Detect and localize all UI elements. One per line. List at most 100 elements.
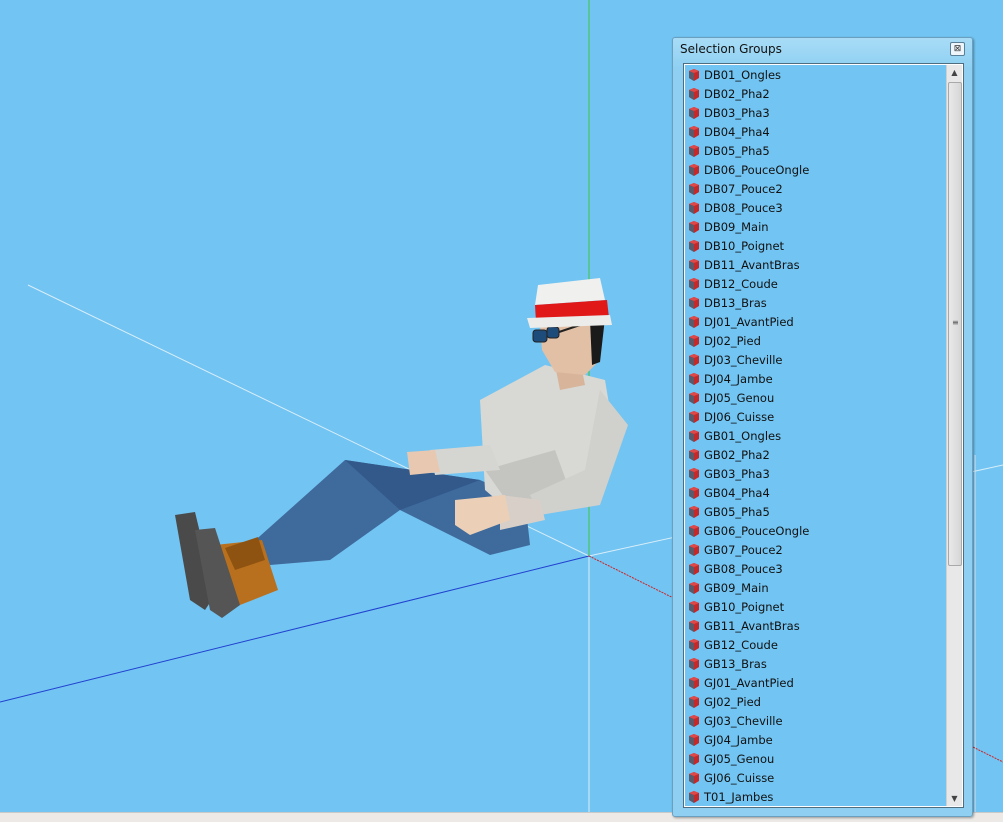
list-item[interactable]: DB04_Pha4 [688,123,770,141]
list-item-label: GJ01_AvantPied [704,676,794,690]
list-item-label: GB12_Coude [704,638,778,652]
list-item-label: DB04_Pha4 [704,125,770,139]
list-item-label: DJ06_Cuisse [704,410,775,424]
list-item[interactable]: DB01_Ongles [688,66,781,84]
group-cube-icon [689,677,699,689]
list-item[interactable]: DB06_PouceOngle [688,161,809,179]
list-item-label: GJ06_Cuisse [704,771,775,785]
close-button[interactable]: ⊠ [950,42,965,56]
list-item[interactable]: GJ02_Pied [688,693,761,711]
list-item[interactable]: GB10_Poignet [688,598,784,616]
group-cube-icon [689,69,699,81]
group-cube-icon [689,506,699,518]
list-item[interactable]: DJ04_Jambe [688,370,773,388]
list-item[interactable]: DB10_Poignet [688,237,784,255]
group-cube-icon [689,126,699,138]
list-item-label: DB01_Ongles [704,68,782,82]
list-item-label: GJ04_Jambe [704,733,773,747]
list-item[interactable]: GB07_Pouce2 [688,541,783,559]
list-item[interactable]: GB13_Bras [688,655,767,673]
list-item[interactable]: GJ03_Cheville [688,712,783,730]
group-cube-icon [689,544,699,556]
list-item-label: DJ04_Jambe [704,372,773,386]
scroll-down-button[interactable]: ▼ [947,791,962,806]
scroll-up-button[interactable]: ▲ [947,65,962,80]
group-cube-icon [689,620,699,632]
group-cube-icon [689,639,699,651]
group-cube-icon [689,107,699,119]
group-cube-icon [689,145,699,157]
group-cube-icon [689,563,699,575]
list-item[interactable]: DJ06_Cuisse [688,408,774,426]
list-item[interactable]: GB01_Ongles [688,427,781,445]
group-cube-icon [689,791,699,803]
list-item-label: GB02_Pha2 [704,448,770,462]
list-item[interactable]: GB04_Pha4 [688,484,770,502]
list-item-label: DJ05_Genou [704,391,775,405]
list-item-label: GJ02_Pied [704,695,761,709]
list-item[interactable]: DJ01_AvantPied [688,313,794,331]
grip-icon: ≡ [952,318,959,327]
list-item[interactable]: DB11_AvantBras [688,256,800,274]
list-item[interactable]: DB03_Pha3 [688,104,770,122]
group-cube-icon [689,449,699,461]
list-item[interactable]: DB09_Main [688,218,769,236]
list-item[interactable]: GB02_Pha2 [688,446,770,464]
list-item[interactable]: GJ06_Cuisse [688,769,774,787]
list-item[interactable]: GB03_Pha3 [688,465,770,483]
list-item[interactable]: DB05_Pha5 [688,142,770,160]
list-item[interactable]: DB02_Pha2 [688,85,770,103]
list-item[interactable]: GJ05_Genou [688,750,774,768]
list-item-label: GB05_Pha5 [704,505,770,519]
list-item[interactable]: GB06_PouceOngle [688,522,809,540]
list-item[interactable]: GJ01_AvantPied [688,674,794,692]
list-item[interactable]: DB12_Coude [688,275,778,293]
group-cube-icon [689,525,699,537]
list-item[interactable]: DJ05_Genou [688,389,774,407]
list-item-label: GB09_Main [704,581,769,595]
group-cube-icon [689,335,699,347]
group-cube-icon [689,392,699,404]
z-axis [0,555,590,703]
list-item-label: DB05_Pha5 [704,144,770,158]
scrollbar[interactable]: ▲ ≡ ▼ [946,65,962,806]
group-cube-icon [689,202,699,214]
list-item[interactable]: GB09_Main [688,579,769,597]
scrollbar-thumb[interactable]: ≡ [948,82,962,566]
list-item-label: GB07_Pouce2 [704,543,783,557]
list-item[interactable]: DJ03_Cheville [688,351,783,369]
list-item[interactable]: DB08_Pouce3 [688,199,783,217]
character-model[interactable] [175,278,628,618]
list-item-label: DB03_Pha3 [704,106,770,120]
group-cube-icon [689,411,699,423]
list-item[interactable]: GJ04_Jambe [688,731,773,749]
list-item-label: DB09_Main [704,220,769,234]
group-cube-icon [689,164,699,176]
group-cube-icon [689,582,699,594]
list-item-label: T01_Jambes [704,790,774,804]
list-item[interactable]: GB11_AvantBras [688,617,800,635]
list-item[interactable]: DB07_Pouce2 [688,180,783,198]
list-item-label: DB08_Pouce3 [704,201,783,215]
list-item-label: DJ03_Cheville [704,353,783,367]
group-cube-icon [689,468,699,480]
selection-groups-panel: Selection Groups ⊠ DB01_Ongles DB02_Pha2 D… [672,37,973,817]
group-cube-icon [689,88,699,100]
list-item[interactable]: GB08_Pouce3 [688,560,783,578]
group-cube-icon [689,696,699,708]
list-item[interactable]: DB13_Bras [688,294,767,312]
list-item[interactable]: T01_Jambes [688,788,773,806]
selection-group-list[interactable]: DB01_Ongles DB02_Pha2 DB03_Pha3 DB04_Pha4 DB… [683,63,964,808]
group-cube-icon [689,601,699,613]
list-item-label: DB02_Pha2 [704,87,770,101]
list-item-label: GJ03_Cheville [704,714,783,728]
list-item[interactable]: DJ02_Pied [688,332,761,350]
list-item-label: GB13_Bras [704,657,767,671]
group-cube-icon [689,430,699,442]
list-item-label: DB13_Bras [704,296,767,310]
list-item[interactable]: GB05_Pha5 [688,503,770,521]
group-cube-icon [689,297,699,309]
list-item[interactable]: GB12_Coude [688,636,778,654]
list-item-label: GB06_PouceOngle [704,524,810,538]
group-cube-icon [689,259,699,271]
